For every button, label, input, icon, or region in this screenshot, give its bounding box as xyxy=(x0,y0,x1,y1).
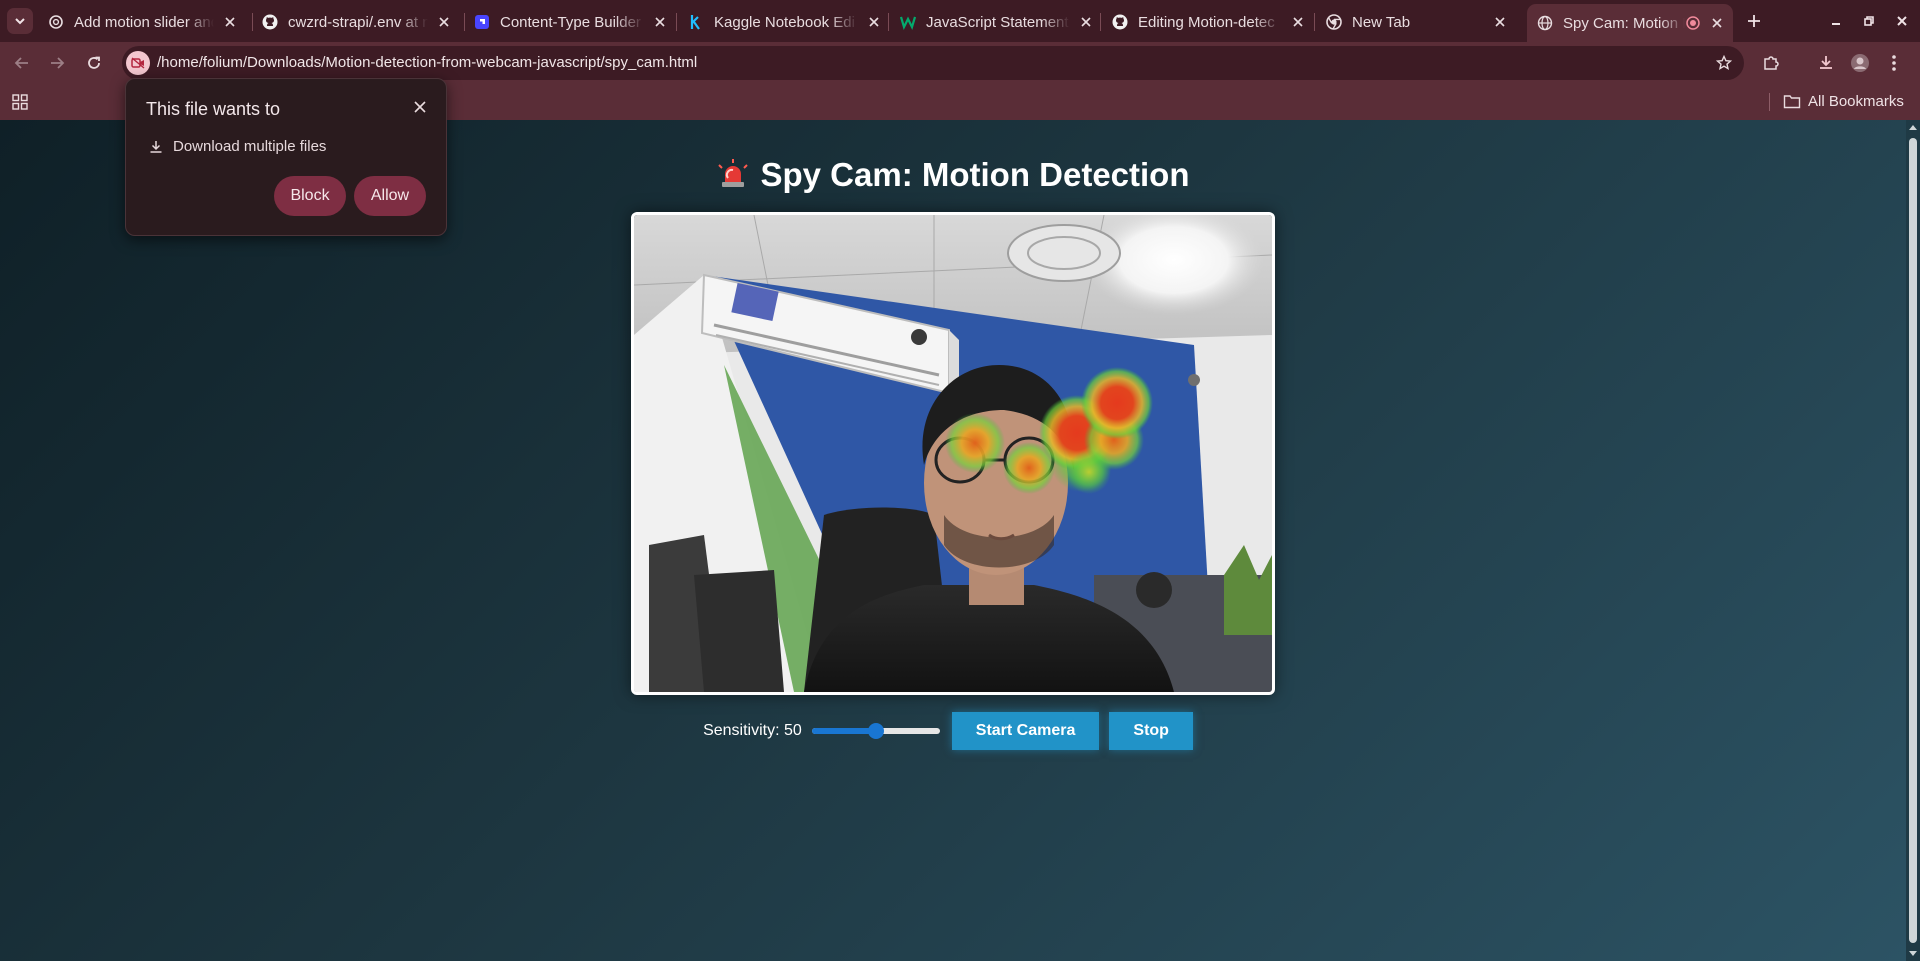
close-icon[interactable] xyxy=(1490,12,1510,32)
tab-add-motion-slider[interactable]: Add motion slider and xyxy=(38,6,246,38)
menu-button[interactable] xyxy=(1880,49,1908,77)
close-icon[interactable] xyxy=(1707,13,1727,33)
profile-button[interactable] xyxy=(1846,49,1874,77)
tab-new-tab[interactable]: New Tab xyxy=(1316,6,1516,38)
tab-title: Spy Cam: Motion D xyxy=(1563,14,1685,32)
tab-title: cwzrd-strapi/.env at m xyxy=(288,13,428,31)
tab-title: New Tab xyxy=(1352,13,1411,31)
scrollbar-thumb[interactable] xyxy=(1909,138,1917,943)
strapi-icon xyxy=(474,14,490,30)
permission-request: Download multiple files xyxy=(148,138,326,155)
forward-button[interactable] xyxy=(43,49,71,77)
block-button[interactable]: Block xyxy=(274,176,346,216)
all-bookmarks-button[interactable]: All Bookmarks xyxy=(1783,92,1904,110)
tab-editing-motion-detection[interactable]: Editing Motion-detec xyxy=(1102,6,1314,38)
arrow-left-icon xyxy=(14,57,28,69)
w3schools-icon xyxy=(900,14,916,30)
chrome-icon xyxy=(1326,14,1342,30)
scroll-down-arrow-icon[interactable] xyxy=(1909,949,1917,957)
minimize-icon xyxy=(1832,23,1840,25)
recording-indicator-icon xyxy=(1685,15,1701,31)
slider-thumb[interactable] xyxy=(867,723,884,739)
all-bookmarks-label: All Bookmarks xyxy=(1808,92,1904,110)
tab-title: JavaScript Statement xyxy=(926,13,1069,31)
sensitivity-slider[interactable] xyxy=(811,721,940,741)
camera-in-use-icon[interactable] xyxy=(126,51,150,75)
close-icon[interactable] xyxy=(412,99,428,115)
reload-icon xyxy=(88,56,100,69)
download-icon xyxy=(1820,56,1832,69)
page-title-text: Spy Cam: Motion Detection xyxy=(760,156,1190,193)
allow-button[interactable]: Allow xyxy=(354,176,426,216)
restore-button[interactable] xyxy=(1856,8,1882,34)
tab-separator xyxy=(1314,13,1315,31)
chevron-down-icon xyxy=(15,18,25,25)
puzzle-icon xyxy=(1764,56,1779,70)
page-content: Spy Cam: Motion Detection Sensitivity: 5… xyxy=(0,120,1906,961)
folder-icon xyxy=(1783,92,1801,110)
close-icon[interactable] xyxy=(650,12,670,32)
more-vert-icon xyxy=(1892,55,1896,71)
permission-request-label: Download multiple files xyxy=(173,138,327,155)
controls-bar: Sensitivity: 50 Start Camera Stop xyxy=(0,712,1906,750)
slider-fill xyxy=(811,728,876,734)
tab-search-button[interactable] xyxy=(7,8,33,34)
arrow-right-icon xyxy=(51,57,65,69)
tab-separator xyxy=(676,13,677,31)
avatar-icon xyxy=(1851,54,1869,72)
new-tab-button[interactable] xyxy=(1742,9,1766,33)
tab-title: Kaggle Notebook Edi xyxy=(714,13,855,31)
page-scrollbar[interactable] xyxy=(1906,120,1920,961)
close-window-button[interactable] xyxy=(1889,8,1915,34)
close-icon[interactable] xyxy=(1288,12,1308,32)
close-icon[interactable] xyxy=(434,12,454,32)
tab-spy-cam[interactable]: Spy Cam: Motion D xyxy=(1527,4,1733,42)
tab-cwzrd-strapi[interactable]: cwzrd-strapi/.env at m xyxy=(252,6,460,38)
tab-strip: Add motion slider and cwzrd-strapi/.env … xyxy=(0,0,1920,42)
tab-title: Editing Motion-detec xyxy=(1138,13,1275,31)
plus-icon xyxy=(1748,15,1760,27)
openai-icon xyxy=(48,14,64,30)
bookmark-star-icon[interactable] xyxy=(1714,53,1734,73)
downloads-button[interactable] xyxy=(1812,49,1840,77)
github-icon xyxy=(262,14,278,30)
bookmarks-separator xyxy=(1769,93,1770,111)
restore-icon xyxy=(1864,16,1874,26)
stop-button[interactable]: Stop xyxy=(1109,712,1193,750)
reload-button[interactable] xyxy=(80,49,108,77)
kaggle-icon xyxy=(688,14,704,30)
close-icon[interactable] xyxy=(220,12,240,32)
tab-javascript-statements[interactable]: JavaScript Statement xyxy=(890,6,1102,38)
tab-content-type-builder[interactable]: Content-Type Builder xyxy=(464,6,676,38)
sensitivity-label: Sensitivity: 50 xyxy=(703,722,802,739)
url-text: /home/folium/Downloads/Motion-detection-… xyxy=(157,54,698,71)
address-bar[interactable]: /home/folium/Downloads/Motion-detection-… xyxy=(122,46,1744,80)
download-icon xyxy=(150,140,162,153)
tab-separator xyxy=(1100,13,1101,31)
scroll-up-arrow-icon[interactable] xyxy=(1909,124,1917,132)
extensions-button[interactable] xyxy=(1757,49,1785,77)
close-icon[interactable] xyxy=(864,12,884,32)
permission-popup: This file wants to Download multiple fil… xyxy=(125,78,447,236)
apps-icon[interactable] xyxy=(10,92,30,112)
tab-title: Add motion slider and xyxy=(74,13,214,31)
webcam-video xyxy=(631,212,1275,695)
tab-title: Content-Type Builder xyxy=(500,13,641,31)
globe-icon xyxy=(1537,15,1553,31)
tab-separator xyxy=(888,13,889,31)
start-camera-button[interactable]: Start Camera xyxy=(951,712,1100,750)
close-icon xyxy=(1897,16,1907,26)
github-icon xyxy=(1112,14,1128,30)
tab-kaggle-notebook[interactable]: Kaggle Notebook Edi xyxy=(678,6,890,38)
close-icon[interactable] xyxy=(1076,12,1096,32)
rotating-light-icon xyxy=(718,159,749,187)
minimize-button[interactable] xyxy=(1823,8,1849,34)
popup-title: This file wants to xyxy=(146,99,281,119)
back-button[interactable] xyxy=(8,49,36,77)
